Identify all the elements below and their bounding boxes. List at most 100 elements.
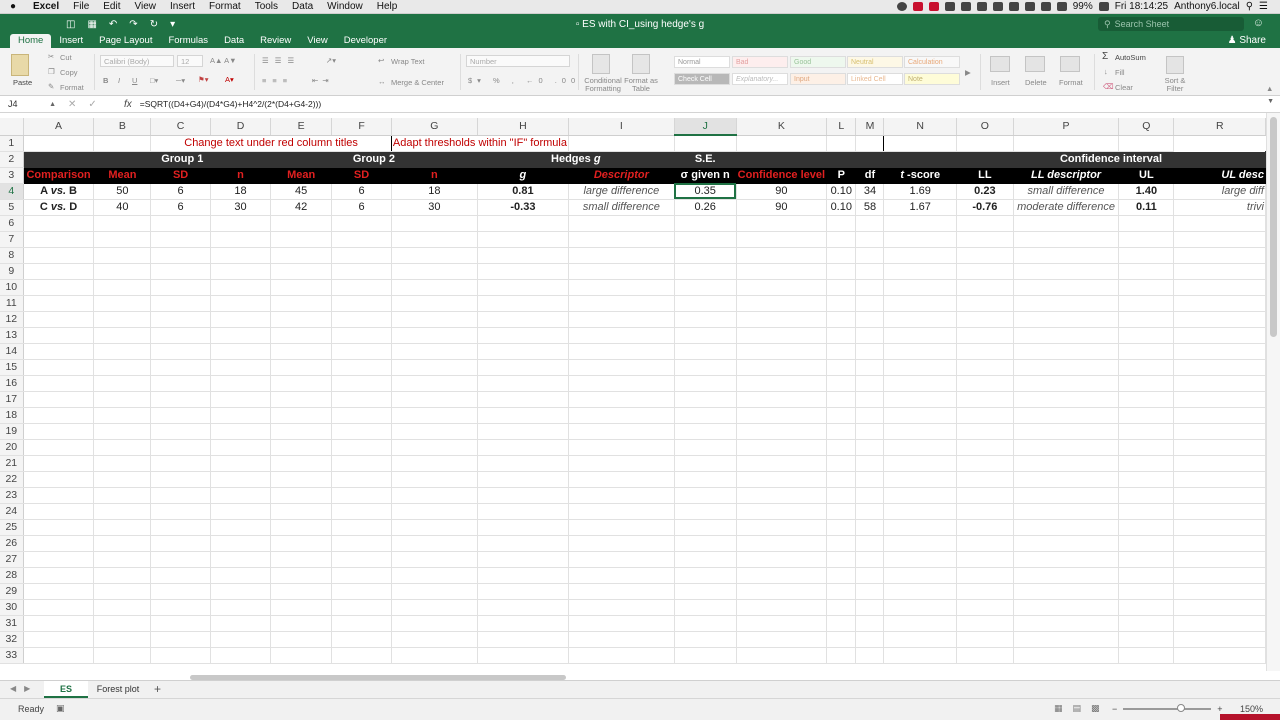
search-sheet-input[interactable]: ⚲ Search Sheet (1098, 17, 1244, 31)
cell-k6[interactable] (735, 215, 828, 232)
notifications-icon[interactable]: ☰ (1259, 1, 1268, 12)
cell-f33[interactable] (331, 647, 392, 664)
cell-q33[interactable] (1118, 647, 1175, 664)
row-header-15[interactable]: 15 (0, 359, 24, 376)
cell-r15[interactable] (1173, 359, 1266, 376)
font-size-select[interactable]: 12 (177, 55, 203, 67)
fill-button[interactable]: Fill (1115, 68, 1125, 77)
cell-m8[interactable] (855, 247, 885, 264)
cell-n16[interactable] (883, 375, 957, 392)
cell-a33[interactable] (23, 647, 95, 664)
cell-n7[interactable] (883, 231, 957, 248)
cell-a25[interactable] (23, 519, 95, 536)
cell-a15[interactable] (23, 359, 95, 376)
battery-icon[interactable] (1098, 2, 1109, 11)
clear-icon[interactable]: ⌫ (1103, 82, 1114, 91)
cell-e25[interactable] (270, 519, 333, 536)
formula-input[interactable]: =SQRT((D4+G4)/(D4*G4)+H4^2/(2*(D4+G4-2))… (140, 99, 321, 109)
cell-j20[interactable] (673, 439, 737, 456)
cell-r13[interactable] (1173, 327, 1266, 344)
cell-q20[interactable] (1118, 439, 1175, 456)
cell-c14[interactable] (150, 343, 211, 360)
autosum-icon[interactable]: Σ (1102, 51, 1108, 62)
cell-e15[interactable] (270, 359, 333, 376)
cell-q13[interactable] (1118, 327, 1175, 344)
customize-toolbar-icon[interactable]: ▾ (170, 19, 175, 30)
cell-d3[interactable]: n (210, 167, 272, 184)
cell-i23[interactable] (567, 487, 675, 504)
cell-i21[interactable] (567, 455, 675, 472)
cell-b9[interactable] (93, 263, 152, 280)
cell-e7[interactable] (270, 231, 333, 248)
cell-b1[interactable] (93, 135, 152, 152)
cell-n26[interactable] (883, 535, 957, 552)
cell-m14[interactable] (855, 343, 885, 360)
cell-m19[interactable] (855, 423, 885, 440)
extension-icon[interactable] (928, 2, 939, 11)
cell-d18[interactable] (210, 407, 272, 424)
cell-r33[interactable] (1173, 647, 1266, 664)
cell-m7[interactable] (855, 231, 885, 248)
cell-n5[interactable]: 1.67 (883, 199, 957, 216)
cell-a22[interactable] (23, 471, 95, 488)
clock[interactable]: Fri 18:14:25 (1115, 1, 1168, 12)
cell-r1[interactable] (1118, 135, 1175, 152)
cell-q29[interactable] (1118, 583, 1175, 600)
cell-k5[interactable]: 90 (735, 199, 828, 216)
col-header-f[interactable]: F (331, 118, 392, 136)
cell-h4[interactable]: 0.81 (476, 183, 569, 200)
cell-j2-se[interactable]: S.E. (674, 151, 737, 168)
cell-n32[interactable] (883, 631, 957, 648)
select-all-corner[interactable] (0, 118, 24, 136)
cell-r23[interactable] (1173, 487, 1266, 504)
cell-o8[interactable] (955, 247, 1014, 264)
cell-b7[interactable] (93, 231, 152, 248)
cell-p6[interactable] (1013, 215, 1120, 232)
zoom-in-icon[interactable]: + (1217, 704, 1222, 714)
cell-g10[interactable] (391, 279, 478, 296)
cell-h20[interactable] (476, 439, 569, 456)
cell-b4[interactable]: 50 (93, 183, 152, 200)
cell-d10[interactable] (210, 279, 272, 296)
cell-g16[interactable] (391, 375, 478, 392)
paste-icon[interactable] (11, 54, 29, 76)
cell-j30[interactable] (673, 599, 737, 616)
cell-m4[interactable]: 34 (855, 183, 885, 200)
cell-f8[interactable] (331, 247, 392, 264)
cell-j11[interactable] (673, 295, 737, 312)
cell-b12[interactable] (93, 311, 152, 328)
cell-h28[interactable] (476, 567, 569, 584)
page-layout-view-icon[interactable]: ▤ (1073, 703, 1082, 714)
cell-o21[interactable] (955, 455, 1014, 472)
cell-c4[interactable]: 6 (150, 183, 211, 200)
cell-n3[interactable]: t -score (883, 167, 957, 184)
cell-o27[interactable] (955, 551, 1014, 568)
macro-record-icon[interactable]: ▣ (56, 703, 65, 714)
cell-b29[interactable] (93, 583, 152, 600)
cell-j8[interactable] (673, 247, 737, 264)
cell-j4-selected[interactable]: 0.35 (673, 183, 737, 200)
cell-l33[interactable] (826, 647, 857, 664)
cell-b23[interactable] (93, 487, 152, 504)
cell-f29[interactable] (331, 583, 392, 600)
cell-e8[interactable] (270, 247, 333, 264)
cell-k13[interactable] (735, 327, 828, 344)
cell-m21[interactable] (855, 455, 885, 472)
cell-h12[interactable] (476, 311, 569, 328)
cell-a26[interactable] (23, 535, 95, 552)
row-header-23[interactable]: 23 (0, 487, 24, 504)
cell-e17[interactable] (270, 391, 333, 408)
cell-p7[interactable] (1013, 231, 1120, 248)
cell-i27[interactable] (567, 551, 675, 568)
cell-c19[interactable] (150, 423, 211, 440)
cell-r31[interactable] (1173, 615, 1266, 632)
cell-g12[interactable] (391, 311, 478, 328)
cell-d15[interactable] (210, 359, 272, 376)
cell-a28[interactable] (23, 567, 95, 584)
zoom-slider[interactable] (1123, 704, 1212, 712)
row-header-30[interactable]: 30 (0, 599, 24, 616)
cell-c7[interactable] (150, 231, 211, 248)
zoom-percent[interactable]: 150% (1240, 704, 1263, 714)
row-header-9[interactable]: 9 (0, 263, 24, 280)
cell-p31[interactable] (1013, 615, 1120, 632)
